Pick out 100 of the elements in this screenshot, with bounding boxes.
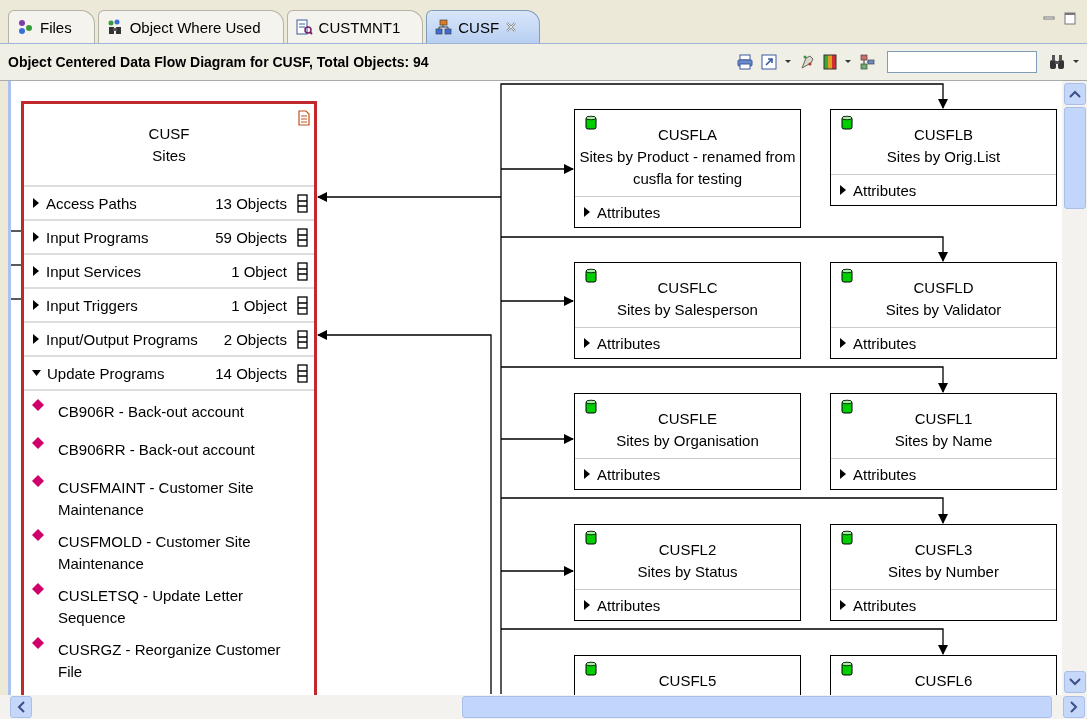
caret-icon[interactable] bbox=[1073, 60, 1079, 64]
stack-icon[interactable] bbox=[297, 363, 308, 383]
stack-icon[interactable] bbox=[297, 329, 308, 349]
access-path-node[interactable]: CUSFL6 bbox=[830, 655, 1057, 695]
stack-icon[interactable] bbox=[297, 227, 308, 247]
access-path-node[interactable]: CUSFL3 Sites by Number Attributes bbox=[830, 524, 1057, 621]
node-title: CUSFL1 bbox=[914, 409, 973, 429]
object-count: 13 Objects bbox=[215, 194, 287, 212]
node-title: CUSFL3 bbox=[914, 540, 973, 560]
database-icon bbox=[585, 399, 597, 414]
database-icon bbox=[585, 661, 597, 676]
scroll-right-button[interactable] bbox=[1063, 696, 1085, 718]
collapsed-arrow-icon[interactable] bbox=[32, 198, 40, 208]
collapsed-arrow-icon[interactable] bbox=[583, 469, 591, 479]
section-row[interactable]: Access Paths 13 Objects bbox=[24, 187, 314, 221]
program-item[interactable]: CUSFMOLD - Customer Site Maintenance bbox=[58, 531, 290, 575]
section-row[interactable]: Attributes bbox=[831, 458, 1056, 489]
diagram-title: Object Centered Data Flow Diagram for CUSF, Total Objects: 94 bbox=[8, 54, 430, 70]
database-icon bbox=[841, 661, 853, 676]
expanded-arrow-icon[interactable] bbox=[32, 369, 41, 377]
scroll-thumb[interactable] bbox=[462, 696, 1052, 718]
maximize-icon[interactable] bbox=[1064, 12, 1076, 25]
scroll-down-button[interactable] bbox=[1063, 671, 1086, 693]
tab[interactable]: Object Where Used bbox=[97, 10, 284, 43]
access-path-node[interactable]: CUSFLA Sites by Product - renamed from cusfla for testing Attributes bbox=[574, 109, 801, 228]
node-title: CUSFLD bbox=[913, 278, 974, 298]
section-row[interactable]: Attributes bbox=[831, 589, 1056, 620]
database-icon bbox=[585, 530, 597, 545]
database-icon bbox=[841, 399, 853, 414]
section-row[interactable]: Attributes bbox=[575, 327, 800, 358]
stack-icon[interactable] bbox=[297, 295, 308, 315]
collapsed-arrow-icon[interactable] bbox=[32, 266, 40, 276]
access-path-node[interactable]: CUSFLD Sites by Validator Attributes bbox=[830, 262, 1057, 359]
collapsed-arrow-icon[interactable] bbox=[839, 185, 847, 195]
scroll-left-button[interactable] bbox=[10, 696, 32, 718]
section-row[interactable]: Update Programs 14 Objects bbox=[24, 357, 314, 391]
program-item[interactable]: CUSRGZ - Reorganize Customer File bbox=[58, 639, 290, 683]
node-title: CUSFLB bbox=[913, 125, 974, 145]
section-row[interactable]: Attributes bbox=[575, 458, 800, 489]
horizontal-scrollbar[interactable] bbox=[0, 695, 1087, 719]
node-description: Sites by Salesperson bbox=[617, 300, 758, 320]
collapsed-arrow-icon[interactable] bbox=[839, 338, 847, 348]
collapsed-arrow-icon[interactable] bbox=[839, 469, 847, 479]
diamond-icon bbox=[32, 437, 44, 449]
tab[interactable]: CUSF bbox=[426, 10, 541, 43]
section-row[interactable]: Attributes bbox=[575, 196, 800, 227]
collapsed-arrow-icon[interactable] bbox=[32, 334, 40, 344]
node-description: Sites by Name bbox=[894, 431, 993, 451]
collapsed-arrow-icon[interactable] bbox=[839, 600, 847, 610]
scroll-up-button[interactable] bbox=[1063, 83, 1086, 105]
access-path-node[interactable]: CUSFLB Sites by Orig.List Attributes bbox=[830, 109, 1057, 206]
caret-icon[interactable] bbox=[785, 60, 791, 64]
search-field[interactable] bbox=[887, 51, 1037, 73]
chevron-left-icon bbox=[17, 701, 25, 713]
tab[interactable]: CUSTMNT1 bbox=[286, 10, 424, 43]
chevron-down-icon bbox=[1068, 678, 1081, 686]
layout-icon[interactable] bbox=[859, 54, 875, 70]
program-item[interactable]: CUSLETSQ - Update Letter Sequence bbox=[58, 585, 290, 629]
diagram-icon bbox=[435, 19, 453, 35]
diamond-icon bbox=[32, 475, 44, 487]
vertical-scrollbar[interactable] bbox=[1062, 81, 1087, 695]
program-item[interactable]: CUSFMAINT - Customer Site Maintenance bbox=[58, 477, 290, 521]
node-description: Sites by Number bbox=[888, 562, 999, 582]
access-path-node[interactable]: CUSFL2 Sites by Status Attributes bbox=[574, 524, 801, 621]
database-icon bbox=[841, 530, 853, 545]
tab[interactable]: Files bbox=[8, 10, 95, 43]
collapsed-arrow-icon[interactable] bbox=[583, 338, 591, 348]
binoculars-icon[interactable] bbox=[1049, 54, 1065, 70]
program-item[interactable]: CB906RR - Back-out account bbox=[58, 439, 290, 461]
node-title: CUSFL2 bbox=[658, 540, 717, 560]
section-row[interactable]: Input Triggers 1 Object bbox=[24, 289, 314, 323]
section-row[interactable]: Input/Output Programs 2 Objects bbox=[24, 323, 314, 357]
access-path-node[interactable]: CUSFL1 Sites by Name Attributes bbox=[830, 393, 1057, 490]
access-path-node[interactable]: CUSFLC Sites by Salesperson Attributes bbox=[574, 262, 801, 359]
section-row[interactable]: Input Services 1 Object bbox=[24, 255, 314, 289]
palette-icon[interactable] bbox=[799, 54, 815, 70]
section-row[interactable]: Attributes bbox=[575, 589, 800, 620]
node-title: CUSFLC bbox=[657, 278, 718, 298]
scroll-thumb[interactable] bbox=[1063, 107, 1086, 209]
color-bars-icon[interactable] bbox=[823, 54, 837, 70]
section-row[interactable]: Attributes bbox=[831, 327, 1056, 358]
access-path-node[interactable]: CUSFL5 bbox=[574, 655, 801, 695]
print-icon[interactable] bbox=[737, 54, 753, 70]
program-item[interactable]: CB906R - Back-out account bbox=[58, 401, 290, 423]
collapsed-arrow-icon[interactable] bbox=[583, 207, 591, 217]
collapsed-arrow-icon[interactable] bbox=[32, 300, 40, 310]
database-icon bbox=[585, 115, 597, 130]
access-path-node[interactable]: CUSFLE Sites by Organisation Attributes bbox=[574, 393, 801, 490]
section-row[interactable]: Input Programs 59 Objects bbox=[24, 221, 314, 255]
collapsed-arrow-icon[interactable] bbox=[583, 600, 591, 610]
export-icon[interactable] bbox=[761, 54, 777, 70]
stack-icon[interactable] bbox=[297, 193, 308, 213]
connector-line bbox=[11, 298, 22, 300]
node-title: CUSFL5 bbox=[658, 671, 717, 691]
database-icon bbox=[841, 268, 853, 283]
collapsed-arrow-icon[interactable] bbox=[32, 232, 40, 242]
section-row[interactable]: Attributes bbox=[831, 174, 1056, 205]
stack-icon[interactable] bbox=[297, 261, 308, 281]
node-description: Sites by Status bbox=[637, 562, 738, 582]
caret-icon[interactable] bbox=[845, 60, 851, 64]
